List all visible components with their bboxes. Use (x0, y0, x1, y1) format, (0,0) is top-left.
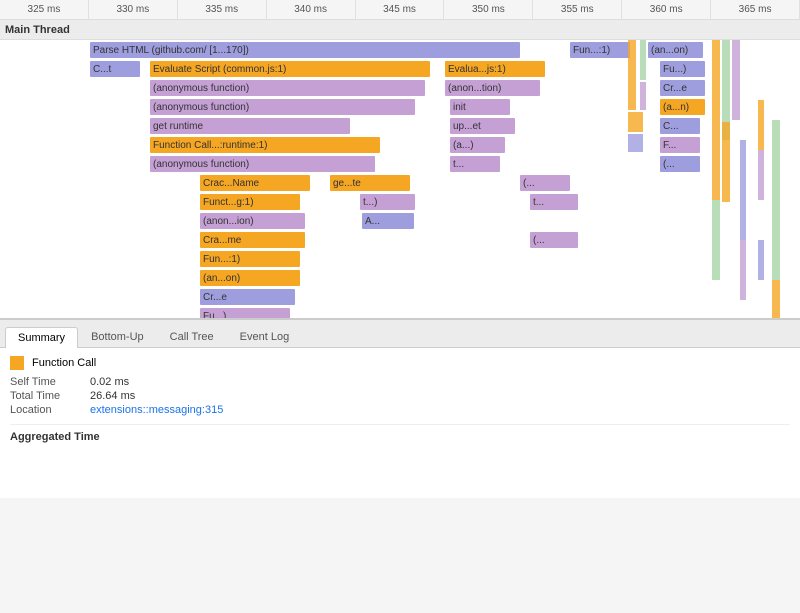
flame-bar-14[interactable]: up...et (450, 118, 515, 134)
thread-label: Main Thread (0, 20, 800, 40)
right-block-0 (628, 40, 636, 110)
flame-bar-23[interactable]: ge...te (330, 175, 410, 191)
tab-summary[interactable]: Summary (5, 327, 78, 348)
timeline-container: 325 ms330 ms335 ms340 ms345 ms350 ms355 … (0, 0, 800, 613)
flame-bar-1[interactable]: Fun...:1) (570, 42, 630, 58)
ruler-label-8: 365 ms (711, 0, 800, 19)
right-block-9 (712, 200, 720, 280)
flame-bar-16[interactable]: Function Call...:runtime:1) (150, 137, 380, 153)
flame-bar-25[interactable]: Funct...g:1) (200, 194, 300, 210)
flame-bar-2[interactable]: (an...on) (648, 42, 703, 58)
right-block-4 (628, 134, 643, 152)
right-block-11 (758, 150, 764, 200)
flame-bar-32[interactable]: Fun...:1) (200, 251, 300, 267)
total-time-label: Total Time (10, 390, 90, 402)
flame-bar-13[interactable]: get runtime (150, 118, 350, 134)
ruler-label-4: 345 ms (356, 0, 445, 19)
location-row: Location extensions::messaging:315 (10, 404, 790, 416)
tab-event-log[interactable]: Event Log (227, 326, 303, 347)
flame-bar-6[interactable]: Fu...) (660, 61, 705, 77)
self-time-row: Self Time 0.02 ms (10, 376, 790, 388)
function-call-label: Function Call (32, 357, 96, 369)
flame-bar-33[interactable]: (an...on) (200, 270, 300, 286)
function-call-color-box (10, 356, 24, 370)
total-time-row: Total Time 26.64 ms (10, 390, 790, 402)
flame-bar-3[interactable]: C...t (90, 61, 140, 77)
flame-bar-28[interactable]: (anon...ion) (200, 213, 305, 229)
flame-bar-0[interactable]: Parse HTML (github.com/ [1...170]) (90, 42, 520, 58)
ruler-label-2: 335 ms (178, 0, 267, 19)
location-label: Location (10, 404, 90, 416)
ruler-label-5: 350 ms (444, 0, 533, 19)
right-block-1 (640, 40, 646, 80)
flame-bar-5[interactable]: Evalua...js:1) (445, 61, 545, 77)
flame-bar-26[interactable]: t...) (360, 194, 415, 210)
flame-bar-30[interactable]: Cra...me (200, 232, 305, 248)
right-block-13 (772, 120, 780, 280)
flame-bar-34[interactable]: Cr...e (200, 289, 295, 305)
flame-bar-29[interactable]: A... (362, 213, 414, 229)
flame-bar-20[interactable]: t... (450, 156, 500, 172)
summary-panel: Function Call Self Time 0.02 ms Total Ti… (0, 348, 800, 498)
flame-bar-21[interactable]: (... (660, 156, 700, 172)
tab-bottom-up[interactable]: Bottom-Up (78, 326, 157, 347)
aggregated-time-title: Aggregated Time (10, 424, 790, 443)
ruler-label-1: 330 ms (89, 0, 178, 19)
flame-bar-22[interactable]: Crac...Name (200, 175, 310, 191)
self-time-label: Self Time (10, 376, 90, 388)
right-block-10 (758, 100, 764, 150)
flame-bar-15[interactable]: C... (660, 118, 700, 134)
flame-bar-4[interactable]: Evaluate Script (common.js:1) (150, 61, 430, 77)
tabs-bar: SummaryBottom-UpCall TreeEvent Log (0, 320, 800, 348)
right-block-2 (640, 82, 646, 110)
flame-bar-11[interactable]: init (450, 99, 510, 115)
flame-bar-27[interactable]: t... (530, 194, 578, 210)
flame-bar-24[interactable]: (... (520, 175, 570, 191)
flame-chart[interactable]: Parse HTML (github.com/ [1...170]) Fun...… (0, 40, 800, 320)
right-block-7 (732, 40, 740, 120)
ruler-label-3: 340 ms (267, 0, 356, 19)
location-link[interactable]: extensions::messaging:315 (90, 404, 223, 416)
right-block-5 (712, 40, 720, 200)
ruler-label-7: 360 ms (622, 0, 711, 19)
self-time-value: 0.02 ms (90, 376, 129, 388)
summary-stats: Self Time 0.02 ms Total Time 26.64 ms Lo… (10, 376, 790, 416)
right-block-12 (758, 240, 764, 280)
tab-call-tree[interactable]: Call Tree (157, 326, 227, 347)
right-block-14 (772, 280, 780, 320)
flame-bar-9[interactable]: Cr...e (660, 80, 705, 96)
flame-bar-7[interactable]: (anonymous function) (150, 80, 425, 96)
flame-bar-8[interactable]: (anon...tion) (445, 80, 540, 96)
flame-bar-10[interactable]: (anonymous function) (150, 99, 415, 115)
right-block-16 (740, 240, 746, 300)
summary-item-function-call: Function Call (10, 356, 790, 370)
total-time-value: 26.64 ms (90, 390, 135, 402)
flame-bar-12[interactable]: (a...n) (660, 99, 705, 115)
time-ruler: 325 ms330 ms335 ms340 ms345 ms350 ms355 … (0, 0, 800, 20)
ruler-label-6: 355 ms (533, 0, 622, 19)
flame-bar-19[interactable]: (anonymous function) (150, 156, 375, 172)
ruler-label-0: 325 ms (0, 0, 89, 19)
right-block-8 (722, 122, 730, 202)
right-block-3 (628, 112, 643, 132)
flame-bar-31[interactable]: (... (530, 232, 578, 248)
flame-bar-17[interactable]: (a...) (450, 137, 505, 153)
flame-bar-35[interactable]: Fu...) (200, 308, 290, 320)
flame-bar-18[interactable]: F... (660, 137, 700, 153)
right-block-15 (740, 140, 746, 240)
